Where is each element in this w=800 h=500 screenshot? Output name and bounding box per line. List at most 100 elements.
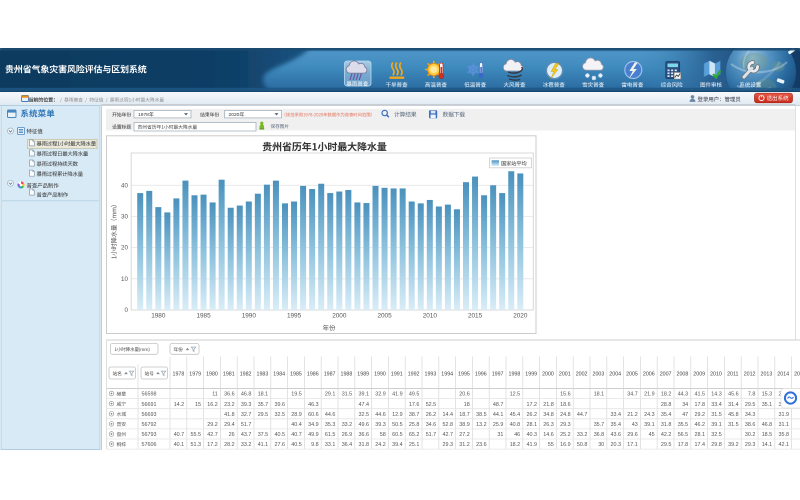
- svg-text:40.7: 40.7: [291, 432, 302, 438]
- svg-text:1986: 1986: [307, 372, 319, 378]
- svg-text:46.3: 46.3: [308, 402, 319, 408]
- svg-text:32.7: 32.7: [241, 412, 252, 418]
- svg-text:26.9: 26.9: [342, 432, 353, 438]
- svg-text:18.5: 18.5: [762, 432, 773, 438]
- svg-text:33.2: 33.2: [577, 432, 588, 438]
- svg-text:61.5: 61.5: [325, 432, 336, 438]
- svg-text:52.8: 52.8: [443, 422, 454, 428]
- svg-text:20.6: 20.6: [459, 392, 470, 398]
- svg-text:16.2: 16.2: [207, 402, 218, 408]
- svg-text:36.4: 36.4: [342, 442, 353, 448]
- svg-text:29.3: 29.3: [560, 422, 571, 428]
- svg-text:16.9: 16.9: [560, 442, 571, 448]
- svg-text:23.2: 23.2: [224, 402, 235, 408]
- svg-text:52.5: 52.5: [426, 402, 437, 408]
- svg-text:12.9: 12.9: [392, 412, 403, 418]
- svg-text:42.2: 42.2: [661, 432, 672, 438]
- svg-text:27.6: 27.6: [275, 442, 286, 448]
- svg-text:1979: 1979: [189, 372, 201, 378]
- svg-text:35.3: 35.3: [325, 422, 336, 428]
- svg-text:30.2: 30.2: [745, 432, 756, 438]
- svg-text:34.8: 34.8: [543, 412, 554, 418]
- svg-text:60.6: 60.6: [308, 412, 319, 418]
- svg-text:33.1: 33.1: [325, 442, 336, 448]
- svg-text:40.4: 40.4: [291, 422, 302, 428]
- svg-text:1987: 1987: [324, 372, 336, 378]
- svg-text:18.6: 18.6: [560, 402, 571, 408]
- svg-text:32.5: 32.5: [275, 412, 286, 418]
- svg-text:29.5: 29.5: [745, 402, 756, 408]
- svg-text:25.8: 25.8: [409, 422, 420, 428]
- svg-text:2005: 2005: [626, 372, 638, 378]
- svg-text:1990: 1990: [242, 312, 257, 319]
- svg-text:45.6: 45.6: [728, 392, 739, 398]
- svg-text:39.1: 39.1: [359, 392, 370, 398]
- svg-text:37.5: 37.5: [258, 432, 269, 438]
- svg-text:58: 58: [380, 432, 386, 438]
- svg-text:38.6: 38.6: [745, 422, 756, 428]
- svg-text:51.3: 51.3: [191, 442, 202, 448]
- svg-text:29.1: 29.1: [325, 392, 336, 398]
- svg-text:0: 0: [124, 307, 128, 314]
- svg-text:29.4: 29.4: [224, 422, 235, 428]
- svg-text:34: 34: [682, 402, 688, 408]
- svg-text:39.1: 39.1: [644, 422, 655, 428]
- svg-text:15.6: 15.6: [560, 392, 571, 398]
- svg-text:15.3: 15.3: [762, 392, 773, 398]
- svg-text:1996: 1996: [475, 372, 487, 378]
- svg-text:18.7: 18.7: [459, 412, 470, 418]
- svg-text:29.2: 29.2: [207, 422, 218, 428]
- svg-text:2014: 2014: [777, 372, 789, 378]
- svg-text:17.8: 17.8: [695, 402, 706, 408]
- svg-text:39.3: 39.3: [375, 422, 386, 428]
- svg-text:18.1: 18.1: [594, 392, 605, 398]
- svg-text:51.7: 51.7: [426, 432, 437, 438]
- svg-text:34.7: 34.7: [627, 392, 638, 398]
- svg-text:33.4: 33.4: [711, 402, 722, 408]
- svg-text:31.4: 31.4: [728, 402, 739, 408]
- svg-text:44.1: 44.1: [493, 412, 504, 418]
- svg-text:31.2: 31.2: [459, 442, 470, 448]
- svg-text:30: 30: [121, 213, 128, 220]
- svg-text:40.3: 40.3: [527, 432, 538, 438]
- svg-text:2004: 2004: [609, 372, 621, 378]
- svg-text:31.8: 31.8: [359, 442, 370, 448]
- svg-text:25.1: 25.1: [409, 442, 420, 448]
- svg-text:40: 40: [121, 182, 128, 189]
- svg-text:29.8: 29.8: [711, 442, 722, 448]
- svg-text:24.2: 24.2: [375, 442, 386, 448]
- svg-text:40.7: 40.7: [174, 432, 185, 438]
- svg-text:29.5: 29.5: [661, 442, 672, 448]
- svg-text:40.5: 40.5: [291, 442, 302, 448]
- svg-text:43.6: 43.6: [611, 432, 622, 438]
- svg-text:2012: 2012: [744, 372, 756, 378]
- svg-text:18: 18: [464, 402, 470, 408]
- svg-text:44.6: 44.6: [325, 412, 336, 418]
- svg-text:2020: 2020: [229, 112, 240, 118]
- svg-text:2000: 2000: [542, 372, 554, 378]
- svg-text:33.4: 33.4: [611, 412, 622, 418]
- svg-text:46.8: 46.8: [762, 422, 773, 428]
- svg-text:31.8: 31.8: [661, 422, 672, 428]
- svg-text:49.9: 49.9: [308, 432, 319, 438]
- svg-text:26: 26: [229, 432, 235, 438]
- svg-text:41.1: 41.1: [258, 442, 269, 448]
- svg-text:25.2: 25.2: [560, 432, 571, 438]
- svg-text:36.8: 36.8: [594, 432, 605, 438]
- svg-text:1992: 1992: [408, 372, 420, 378]
- svg-text:2000: 2000: [332, 312, 347, 319]
- svg-text:1998: 1998: [509, 372, 521, 378]
- svg-text:17.8: 17.8: [678, 442, 689, 448]
- svg-text:10: 10: [121, 276, 128, 283]
- svg-text:21.8: 21.8: [543, 402, 554, 408]
- svg-text:7.8: 7.8: [748, 392, 756, 398]
- svg-text:1991: 1991: [391, 372, 403, 378]
- svg-text:14.3: 14.3: [711, 392, 722, 398]
- svg-text:35.4: 35.4: [661, 412, 672, 418]
- svg-text:31.9: 31.9: [779, 412, 790, 418]
- svg-text:50.5: 50.5: [392, 422, 403, 428]
- svg-text:2010: 2010: [710, 372, 722, 378]
- svg-text:33.2: 33.2: [342, 422, 353, 428]
- svg-text:1981: 1981: [223, 372, 235, 378]
- svg-text:38.5: 38.5: [476, 412, 487, 418]
